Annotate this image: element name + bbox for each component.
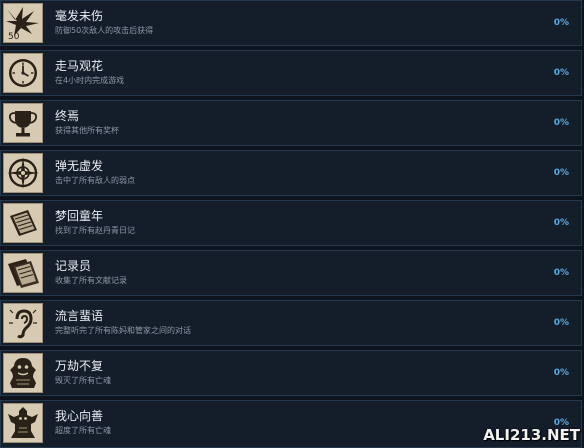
achievement-title: 毫发未伤 [55, 9, 104, 23]
achievement-progress: 0% [553, 268, 569, 278]
achievement-title: 万劫不复 [55, 359, 104, 373]
achievement-progress: 0% [553, 18, 569, 28]
achievement-description: 获得其他所有奖杯 [55, 126, 119, 135]
achievement-description: 毁灭了所有亡魂 [55, 376, 111, 385]
achievement-progress: 0% [553, 318, 569, 328]
achievement-row[interactable]: 记录员 收集了所有文献记录 0% [0, 250, 582, 296]
guardian-statue-icon [3, 403, 43, 443]
achievement-description: 找到了所有赵丹青日记 [55, 226, 135, 235]
shield-50-icon: 50 [3, 3, 43, 43]
achievement-row[interactable]: 终焉 获得其他所有奖杯 0% [0, 100, 582, 146]
achievement-title: 记录员 [55, 259, 92, 273]
demon-statue-icon [3, 353, 43, 393]
achievement-title: 梦回童年 [55, 209, 104, 223]
achievement-title: 弹无虚发 [55, 159, 104, 173]
achievement-progress: 0% [553, 168, 569, 178]
site-watermark: ALI213.NET [483, 426, 580, 444]
achievement-row[interactable]: 弹无虚发 击中了所有敌人的弱点 0% [0, 150, 582, 196]
achievement-title: 走马观花 [55, 59, 104, 73]
achievement-progress: 0% [553, 368, 569, 378]
badge-number: 50 [8, 32, 20, 42]
achievement-row[interactable]: 万劫不复 毁灭了所有亡魂 0% [0, 350, 582, 396]
achievement-title: 流言蜚语 [55, 309, 104, 323]
achievement-progress: 0% [553, 218, 569, 228]
achievement-row[interactable]: 流言蜚语 完整听完了所有陈妈和管家之间的对话 0% [0, 300, 582, 346]
achievement-title: 终焉 [55, 109, 80, 123]
achievement-description: 击中了所有敌人的弱点 [55, 176, 135, 185]
achievement-list: 50 毫发未伤 防御50次敌人的攻击后获得 0% 走马观花 在4小时内完成游戏 … [0, 0, 584, 448]
ear-icon [3, 303, 43, 343]
trophy-icon [3, 103, 43, 143]
documents-icon [3, 253, 43, 293]
achievement-progress: 0% [553, 68, 569, 78]
achievement-description: 在4小时内完成游戏 [55, 76, 125, 85]
achievement-row[interactable]: 50 毫发未伤 防御50次敌人的攻击后获得 0% [0, 0, 582, 46]
achievement-row[interactable]: 走马观花 在4小时内完成游戏 0% [0, 50, 582, 96]
achievement-progress: 0% [553, 118, 569, 128]
diary-icon [3, 203, 43, 243]
clock-icon [3, 53, 43, 93]
achievement-row[interactable]: 梦回童年 找到了所有赵丹青日记 0% [0, 200, 582, 246]
achievement-description: 防御50次敌人的攻击后获得 [55, 26, 154, 35]
crosshair-icon [3, 153, 43, 193]
achievement-description: 超度了所有亡魂 [55, 426, 111, 435]
achievement-title: 我心向善 [55, 409, 104, 423]
achievement-description: 收集了所有文献记录 [55, 276, 127, 285]
achievement-description: 完整听完了所有陈妈和管家之间的对话 [55, 326, 191, 335]
